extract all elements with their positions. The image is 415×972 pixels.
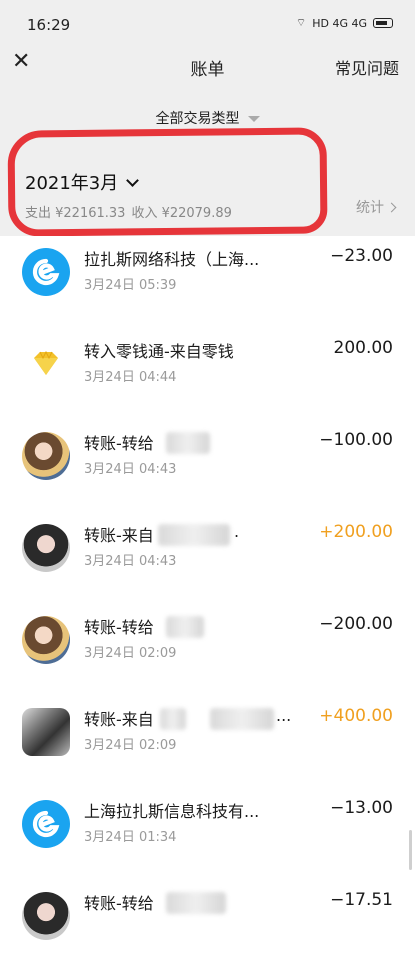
transaction-time: 3月24日 01:34: [84, 830, 177, 845]
transaction-row[interactable]: 转入零钱通-来自零钱 3月24日 04:44 200.00: [0, 328, 415, 420]
transaction-type-filter[interactable]: 全部交易类型: [0, 108, 415, 128]
month-label: 2021年3月: [25, 173, 119, 194]
blurred-name: [210, 708, 274, 730]
wifi-icon: ⌔: [295, 16, 307, 29]
transaction-time: 3月24日 04:44: [84, 370, 177, 385]
blurred-name: [158, 524, 230, 546]
nav-bar: ✕ 账单 常见问题: [0, 40, 415, 92]
month-totals: 支出 ¥22161.33 收入 ¥22079.89: [25, 202, 238, 221]
transaction-title: 转账-转给: [84, 618, 154, 637]
transaction-title-tail: ...: [276, 706, 292, 725]
transaction-row[interactable]: 转账-来自 ... 3月24日 02:09 +400.00: [0, 696, 415, 788]
contact-avatar: [22, 524, 70, 572]
transaction-amount: −200.00: [319, 614, 393, 634]
transaction-title: 转入零钱通-来自零钱: [84, 342, 234, 361]
transaction-row[interactable]: 上海拉扎斯信息科技有... 3月24日 01:34 −13.00: [0, 788, 415, 880]
blurred-name: [166, 616, 204, 638]
contact-avatar: [22, 708, 70, 756]
status-bar: 16:29 ⌔ HD 4G 4G: [0, 0, 415, 40]
transaction-time: 3月24日 02:09: [84, 646, 177, 661]
transaction-title: 转账-转给: [84, 894, 154, 913]
transaction-time: 3月24日 05:39: [84, 278, 177, 293]
transaction-row[interactable]: 转账-转给 3月24日 02:09 −200.00: [0, 604, 415, 696]
filter-bar: 全部交易类型: [0, 92, 415, 142]
month-summary-bar: 2021年3月 支出 ¥22161.33 收入 ¥22079.89 统计: [0, 142, 415, 236]
transaction-title: 转账-来自: [84, 526, 154, 545]
transaction-amount: 200.00: [333, 338, 393, 358]
transaction-amount: +200.00: [319, 522, 393, 542]
transaction-amount: −100.00: [319, 430, 393, 450]
expense-total: 支出 ¥22161.33: [25, 206, 126, 221]
income-total: 收入 ¥22079.89: [131, 206, 232, 221]
month-selector[interactable]: 2021年3月: [25, 169, 140, 195]
transaction-time: 3月24日 04:43: [84, 462, 177, 477]
transaction-title: 转账-来自: [84, 710, 154, 729]
blurred-name: [166, 432, 210, 454]
ele-me-logo-icon: [22, 800, 70, 848]
chevron-right-icon: [386, 202, 397, 213]
faq-link[interactable]: 常见问题: [335, 55, 399, 79]
transaction-amount: −17.51: [330, 890, 393, 910]
transaction-time: 3月24日 02:09: [84, 738, 177, 753]
transaction-row[interactable]: 拉扎斯网络科技（上海... 3月24日 05:39 −23.00: [0, 236, 415, 328]
blurred-name: [160, 708, 186, 730]
blurred-name: [166, 892, 226, 914]
transaction-row[interactable]: 转账-转给 3月24日 04:43 −100.00: [0, 420, 415, 512]
battery-icon: [373, 18, 393, 28]
scrollbar[interactable]: [409, 830, 412, 870]
transaction-amount: +400.00: [319, 706, 393, 726]
transaction-title: 转账-转给: [84, 434, 154, 453]
contact-avatar: [22, 432, 70, 480]
stats-link[interactable]: 统计: [356, 197, 397, 217]
transaction-amount: −13.00: [330, 798, 393, 818]
transaction-row[interactable]: 转账-来自 . 3月24日 04:43 +200.00: [0, 512, 415, 604]
ele-me-logo-icon: [22, 248, 70, 296]
chevron-down-icon: [126, 174, 140, 187]
stats-label: 统计: [356, 200, 384, 216]
contact-avatar: [22, 616, 70, 664]
caret-down-icon: [247, 116, 260, 122]
transaction-title-tail: .: [234, 522, 240, 541]
filter-label: 全部交易类型: [155, 111, 240, 127]
transaction-title: 拉扎斯网络科技（上海...: [84, 250, 260, 269]
signal-icon: HD 4G 4G: [312, 16, 367, 30]
contact-avatar: [22, 892, 70, 940]
status-time: 16:29: [27, 16, 71, 34]
transaction-list: 拉扎斯网络科技（上海... 3月24日 05:39 −23.00 转入零钱通-来…: [0, 236, 415, 972]
diamond-icon: [22, 340, 70, 388]
transaction-amount: −23.00: [330, 246, 393, 266]
transaction-title: 上海拉扎斯信息科技有...: [84, 802, 260, 821]
status-icons: ⌔ HD 4G 4G: [296, 16, 393, 30]
transaction-row[interactable]: 转账-转给 −17.51: [0, 880, 415, 972]
transaction-time: 3月24日 04:43: [84, 554, 177, 569]
